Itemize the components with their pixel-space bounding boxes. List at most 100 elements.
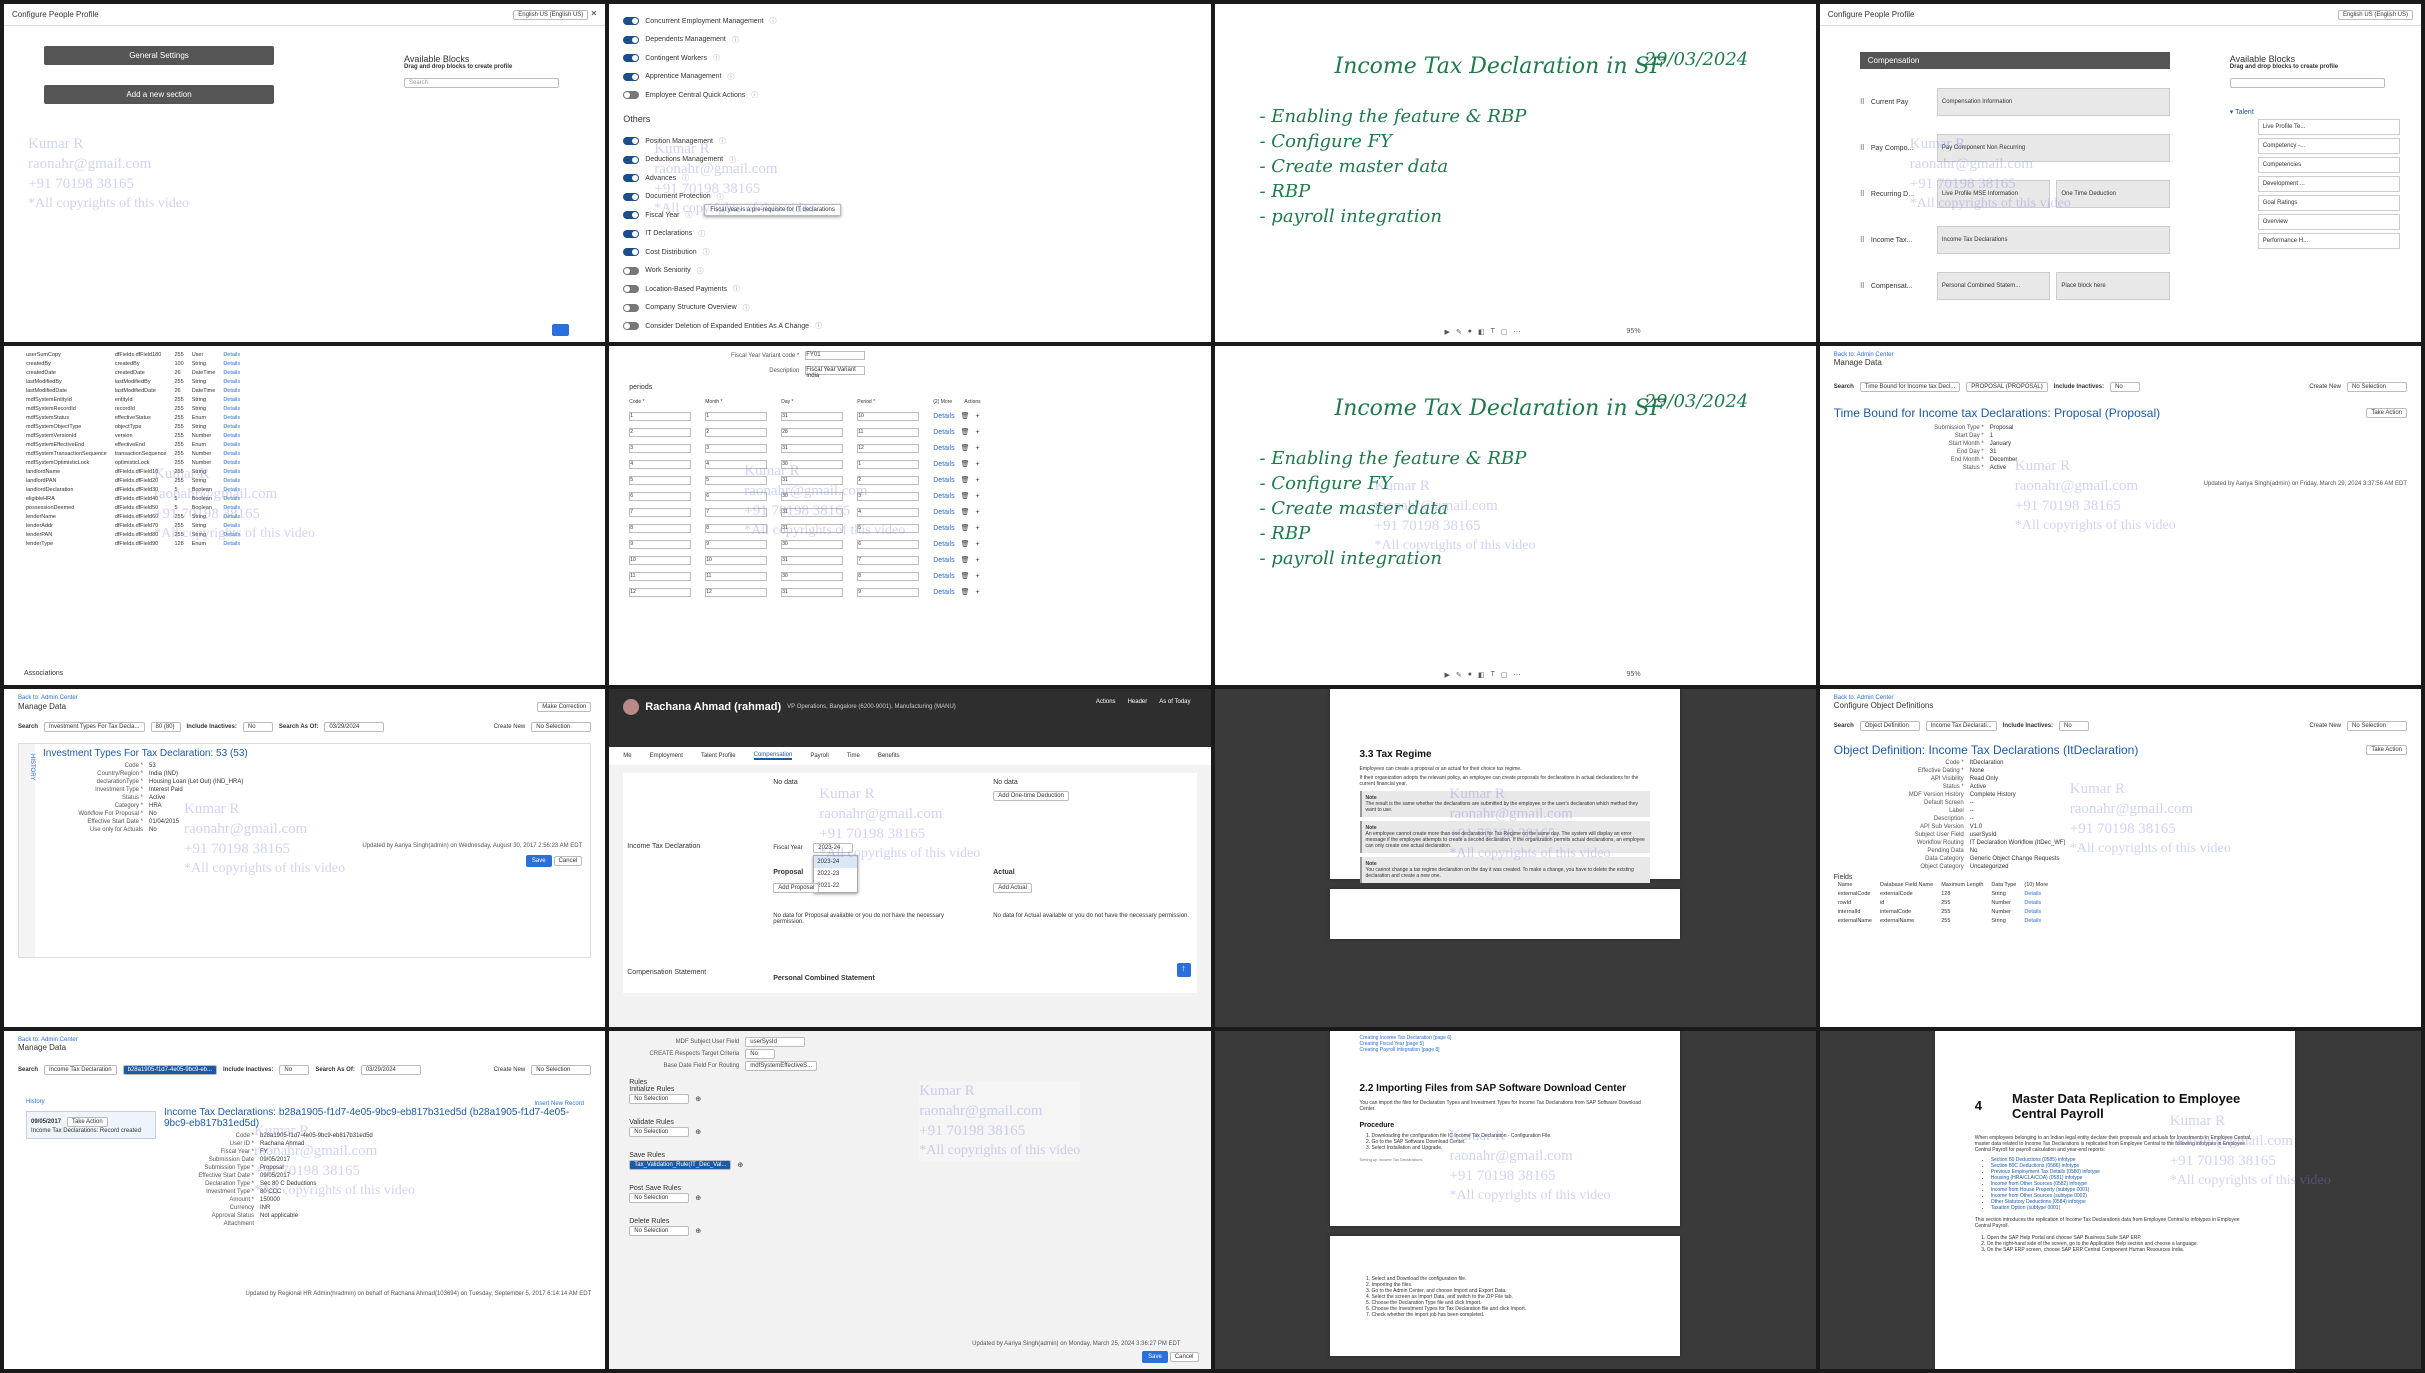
tab-benefits[interactable]: Benefits <box>878 753 900 759</box>
asof-date-input[interactable]: 03/29/2024 <box>324 721 385 732</box>
field-value[interactable]: Uncategorized <box>1970 864 2009 870</box>
add-icon[interactable]: + <box>976 525 980 532</box>
field-value[interactable]: 53 <box>149 763 156 769</box>
period-input[interactable]: 5 <box>857 523 920 533</box>
cancel-button[interactable]: Cancel <box>1169 1352 1199 1362</box>
drag-handle-icon[interactable]: ⠿ <box>1860 236 1865 244</box>
period-input[interactable]: 10 <box>705 555 768 565</box>
period-input[interactable]: 31 <box>781 587 844 597</box>
rule-select[interactable]: No Selection <box>629 1126 690 1137</box>
take-action-button[interactable]: Take Action <box>2366 408 2407 419</box>
field-value[interactable]: 31 <box>1990 449 1997 455</box>
feature-toggle[interactable] <box>623 285 640 294</box>
help-icon[interactable]: ⓘ <box>743 303 750 313</box>
field-value[interactable]: 09/05/2017 <box>260 1157 290 1163</box>
period-input[interactable]: 30 <box>781 571 844 581</box>
create-new-select[interactable]: No Selection <box>2347 382 2407 393</box>
field-value[interactable]: Active <box>149 795 165 801</box>
add-icon[interactable]: + <box>976 493 980 500</box>
period-input[interactable]: 6 <box>705 491 768 501</box>
period-input[interactable]: 30 <box>781 491 844 501</box>
language-select[interactable]: English US (English US) <box>513 10 589 20</box>
inactive-select[interactable]: No <box>279 1064 310 1075</box>
infotype-link[interactable]: Taxation Option (subtype 0001) <box>1991 1205 2255 1211</box>
add-icon[interactable]: + <box>976 541 980 548</box>
field-value[interactable]: Read Only <box>1970 776 1998 782</box>
rule-action-icon[interactable]: ⊕ <box>695 1095 701 1103</box>
text-icon[interactable]: T <box>1491 328 1495 336</box>
inactive-select[interactable]: No <box>242 721 273 732</box>
table-cell[interactable]: Details <box>219 404 244 413</box>
period-input[interactable]: 30 <box>781 539 844 549</box>
delete-icon[interactable]: 🗑 <box>961 412 970 420</box>
record-select[interactable]: PROPOSAL (PROPOSAL) <box>1966 382 2048 393</box>
period-input[interactable]: 31 <box>781 411 844 421</box>
field-value[interactable]: -- <box>1970 816 1974 822</box>
table-cell[interactable]: Details <box>219 530 244 539</box>
help-icon[interactable]: ⓘ <box>703 247 710 257</box>
scroll-top-icon[interactable]: ↑ <box>1176 962 1191 977</box>
field-value[interactable]: INR <box>260 1205 270 1211</box>
create-new-select[interactable]: No Selection <box>531 721 592 732</box>
history-tab[interactable]: HISTORY <box>19 743 35 957</box>
table-cell[interactable]: Details <box>219 458 244 467</box>
field-value[interactable]: India (IND) <box>149 771 178 777</box>
rule-action-icon[interactable]: ⊕ <box>737 1161 743 1169</box>
help-icon[interactable]: ⓘ <box>719 136 726 146</box>
add-icon[interactable]: + <box>976 461 980 468</box>
field-value[interactable]: 09/05/2017 <box>260 1173 290 1179</box>
help-icon[interactable]: ⓘ <box>697 266 704 276</box>
delete-icon[interactable]: 🗑 <box>961 540 970 548</box>
feature-toggle[interactable] <box>623 35 640 44</box>
details-link[interactable]: Details <box>933 413 954 420</box>
delete-icon[interactable]: 🗑 <box>961 444 970 452</box>
field-value[interactable]: January <box>1990 441 2011 447</box>
table-cell[interactable]: Details <box>219 350 244 359</box>
field-value[interactable]: 1 <box>1990 433 1993 439</box>
help-icon[interactable]: ⓘ <box>733 284 740 294</box>
period-input[interactable]: 31 <box>781 555 844 565</box>
help-icon[interactable]: ⓘ <box>717 192 724 202</box>
feature-toggle[interactable] <box>623 211 640 220</box>
period-input[interactable]: 9 <box>705 539 768 549</box>
eraser-icon[interactable]: ◧ <box>1478 328 1485 336</box>
rule-action-icon[interactable]: ⊕ <box>695 1128 701 1136</box>
period-input[interactable]: 6 <box>857 539 920 549</box>
table-cell[interactable]: Details <box>219 431 244 440</box>
field-value[interactable]: Not applicable <box>260 1213 298 1219</box>
field-value[interactable]: December <box>1990 457 2018 463</box>
delete-icon[interactable]: 🗑 <box>961 508 970 516</box>
period-input[interactable]: 7 <box>857 555 920 565</box>
delete-icon[interactable]: 🗑 <box>961 572 970 580</box>
talent-block[interactable]: Performance H... <box>2257 233 2400 249</box>
period-input[interactable]: 2 <box>629 427 692 437</box>
period-input[interactable]: 3 <box>857 491 920 501</box>
blocks-search-input[interactable]: Search <box>404 78 559 88</box>
cancel-button[interactable]: Cancel <box>553 855 583 866</box>
pointer-icon[interactable]: ▶ <box>1445 328 1450 336</box>
table-cell[interactable]: Details <box>219 413 244 422</box>
drag-handle-icon[interactable]: ⠿ <box>1860 98 1865 106</box>
details-link[interactable]: Details <box>933 509 954 516</box>
header-button[interactable]: Header <box>1128 699 1148 705</box>
object-select[interactable]: Investment Types For Tax Decla... <box>44 721 145 732</box>
asof-button[interactable]: As of Today <box>1159 699 1190 705</box>
tab-time[interactable]: Time <box>847 753 860 759</box>
feature-toggle[interactable] <box>623 322 640 331</box>
period-input[interactable]: 11 <box>629 571 692 581</box>
period-input[interactable]: 9 <box>857 587 920 597</box>
period-input[interactable]: 10 <box>857 411 920 421</box>
table-cell[interactable]: Details <box>219 521 244 530</box>
delete-icon[interactable]: 🗑 <box>961 588 970 596</box>
table-cell[interactable]: Details <box>219 440 244 449</box>
delete-icon[interactable]: 🗑 <box>961 492 970 500</box>
drag-handle-icon[interactable]: ⠿ <box>1860 190 1865 198</box>
details-link[interactable]: Details <box>933 461 954 468</box>
period-input[interactable]: 2 <box>857 475 920 485</box>
profile-block[interactable]: Place block here <box>2056 272 2170 300</box>
talent-block[interactable]: Development ... <box>2257 176 2400 192</box>
help-icon[interactable]: ⓘ <box>728 72 735 82</box>
field-value[interactable]: Generic Object Change Requests <box>1970 856 2060 862</box>
help-icon[interactable]: ⓘ <box>698 229 705 239</box>
fiscal-year-option[interactable]: 2021-22 <box>814 880 857 892</box>
